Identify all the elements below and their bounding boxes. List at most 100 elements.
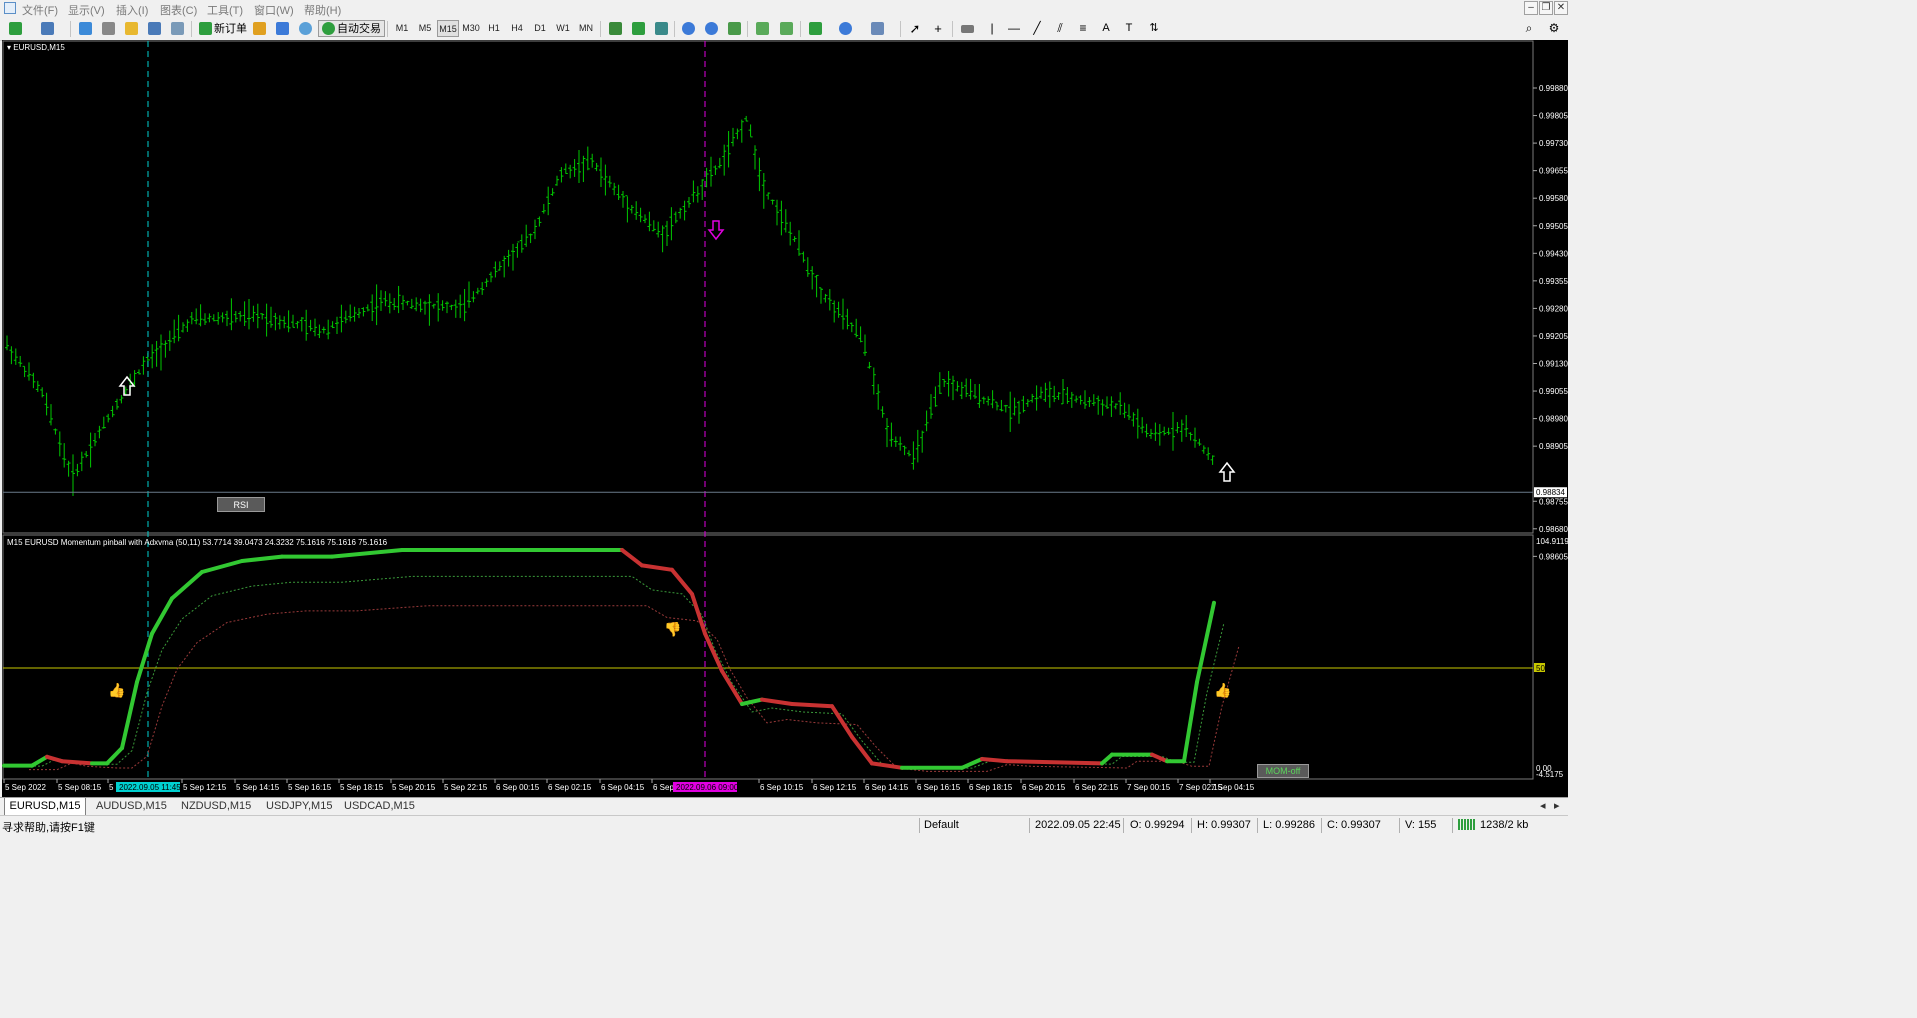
close-button[interactable]: ✕	[1554, 1, 1568, 15]
timeframe-mn[interactable]: MN	[575, 20, 597, 37]
menu-tools[interactable]: 工具(T)	[207, 2, 243, 18]
market-watch-icon[interactable]	[76, 20, 94, 37]
tab-eurusd[interactable]: EURUSD,M15	[4, 798, 86, 816]
line-chart-icon[interactable]	[652, 20, 670, 37]
chart-canvas[interactable]: 0.99880 0.99805 0.99730 0.99655 0.99580 0.995…	[2, 40, 1568, 797]
timeframe-m15[interactable]: M15	[437, 20, 459, 37]
chart-window[interactable]: 0.99880 0.99805 0.99730 0.99655 0.99580 0.995…	[2, 40, 1568, 797]
price-pane-frame	[2, 40, 1534, 534]
tab-nzdusd[interactable]: NZDUSD,M15	[181, 798, 251, 815]
timeframe-m5[interactable]: M5	[414, 20, 436, 37]
profiles-icon[interactable]	[38, 20, 56, 37]
chart-tabs: EURUSD,M15 AUDUSD,M15 NZDUSD,M15 USDJPY,…	[0, 797, 1568, 816]
momentum-segment	[620, 548, 644, 568]
tab-scroll-right[interactable]: ▸	[1554, 798, 1560, 815]
menu-window[interactable]: 窗口(W)	[254, 2, 294, 18]
momentum-segment	[740, 697, 764, 706]
indicator-pane-frame	[2, 534, 1534, 780]
price-tick-label: 0.98905	[1539, 442, 1568, 451]
tab-usdcad[interactable]: USDCAD,M15	[344, 798, 415, 815]
timeframe-m30[interactable]: M30	[460, 20, 482, 37]
candlestick-icon[interactable]	[629, 20, 647, 37]
timeframe-h1[interactable]: H1	[483, 20, 505, 37]
price-tick-label: 0.99355	[1539, 277, 1568, 286]
price-tick-label: 0.99280	[1539, 304, 1568, 313]
text-icon[interactable]: A	[1097, 20, 1115, 37]
status-help-text: 寻求帮助,请按F1键	[2, 822, 95, 834]
new-chart-icon[interactable]	[6, 20, 24, 37]
restore-button[interactable]: ❐	[1539, 1, 1553, 15]
tab-scroll-left[interactable]: ◂	[1540, 798, 1546, 815]
fibonacci-icon[interactable]: ≡	[1074, 20, 1092, 37]
text-label-icon[interactable]: T	[1120, 20, 1138, 37]
tab-audusd[interactable]: AUDUSD,M15	[96, 798, 167, 815]
horizontal-line-icon[interactable]: —	[1005, 20, 1023, 37]
price-tick-label: 0.98605	[1539, 552, 1568, 561]
rectangle-icon[interactable]	[958, 20, 976, 37]
trendline-icon[interactable]: ╱	[1028, 20, 1046, 37]
timeframe-m1[interactable]: M1	[391, 20, 413, 37]
menu-help[interactable]: 帮助(H)	[304, 2, 341, 18]
vertical-line-icon[interactable]: |	[983, 20, 1001, 37]
status-high: H: 0.99307	[1197, 819, 1251, 831]
menu-file[interactable]: 文件(F)	[22, 2, 58, 18]
price-tick-label: 0.99880	[1539, 84, 1568, 93]
status-traffic: 1238/2 kb	[1480, 819, 1529, 831]
strategy-tester-icon[interactable]	[168, 20, 186, 37]
time-tick-label: 6 Sep 02:15	[548, 783, 592, 792]
market-icon[interactable]	[296, 20, 314, 37]
status-bar: 寻求帮助,请按F1键 Default 2022.09.05 22:45 O: 0…	[0, 815, 1568, 834]
time-tick-label: 6 Sep 10:15	[760, 783, 804, 792]
timeframe-h4[interactable]: H4	[506, 20, 528, 37]
time-tick-label: 6 Sep 14:15	[865, 783, 909, 792]
tab-usdjpy[interactable]: USDJPY,M15	[266, 798, 332, 815]
bar-chart-icon[interactable]	[606, 20, 624, 37]
cursor-time-2: 2022.09.06 09:00	[676, 783, 739, 792]
mom-off-button[interactable]: MOM-off	[1257, 764, 1309, 778]
signals-icon[interactable]	[273, 20, 291, 37]
settings-icon[interactable]: ⚙	[1545, 20, 1563, 37]
chart-shift-icon[interactable]	[777, 20, 795, 37]
bid-price-label: 0.98834	[1536, 488, 1565, 497]
momentum-segment	[1195, 600, 1216, 684]
zoom-out-icon[interactable]	[702, 20, 720, 37]
momentum-segment	[200, 559, 244, 574]
menu-insert[interactable]: 插入(I)	[116, 2, 148, 18]
terminal-icon[interactable]	[145, 20, 163, 37]
time-tick-label: 5 Sep 08:15	[58, 783, 102, 792]
new-order-button[interactable]: 新订单	[195, 20, 251, 37]
crosshair-icon[interactable]: +	[929, 20, 947, 37]
channel-icon[interactable]: ⫽	[1051, 20, 1069, 37]
metaeditor-icon[interactable]	[250, 20, 268, 37]
time-tick-label: 7 Sep 04:15	[1211, 783, 1255, 792]
auto-trading-icon	[322, 22, 335, 35]
auto-scroll-icon[interactable]	[753, 20, 771, 37]
rsi-button[interactable]: RSI	[217, 497, 265, 512]
arrows-icon[interactable]: ⇅	[1145, 20, 1163, 37]
data-window-icon[interactable]	[99, 20, 117, 37]
menu-charts[interactable]: 图表(C)	[160, 2, 197, 18]
momentum-segment	[135, 631, 154, 684]
price-tick-label: 0.99055	[1539, 387, 1568, 396]
templates-icon[interactable]	[868, 20, 886, 37]
time-tick-label: 6 Sep 00:15	[496, 783, 540, 792]
auto-trading-button[interactable]: 自动交易	[318, 20, 385, 37]
timeframe-w1[interactable]: W1	[552, 20, 574, 37]
zoom-in-icon[interactable]	[679, 20, 697, 37]
menu-view[interactable]: 显示(V)	[68, 2, 105, 18]
indicators-icon[interactable]	[806, 20, 824, 37]
thumbs-up-icon: 👍	[108, 682, 125, 699]
minimize-button[interactable]: ‒	[1524, 1, 1538, 15]
momentum-segment	[1150, 752, 1169, 764]
indicator-level-label: 50	[1536, 664, 1545, 673]
timeframe-d1[interactable]: D1	[529, 20, 551, 37]
signal-line-1	[14, 575, 1225, 769]
time-axis: 5 Sep 2022 5 Sep 08:15 5 5 Sep 12:15 5 Sep 1…	[3, 779, 1255, 792]
cursor-icon[interactable]: ➚	[906, 20, 924, 37]
periods-icon[interactable]	[836, 20, 854, 37]
price-tick-label: 0.98680	[1539, 525, 1568, 534]
search-icon[interactable]: ⌕	[1520, 20, 1538, 37]
app-icon[interactable]	[4, 2, 16, 14]
navigator-icon[interactable]	[122, 20, 140, 37]
tile-windows-icon[interactable]	[725, 20, 743, 37]
